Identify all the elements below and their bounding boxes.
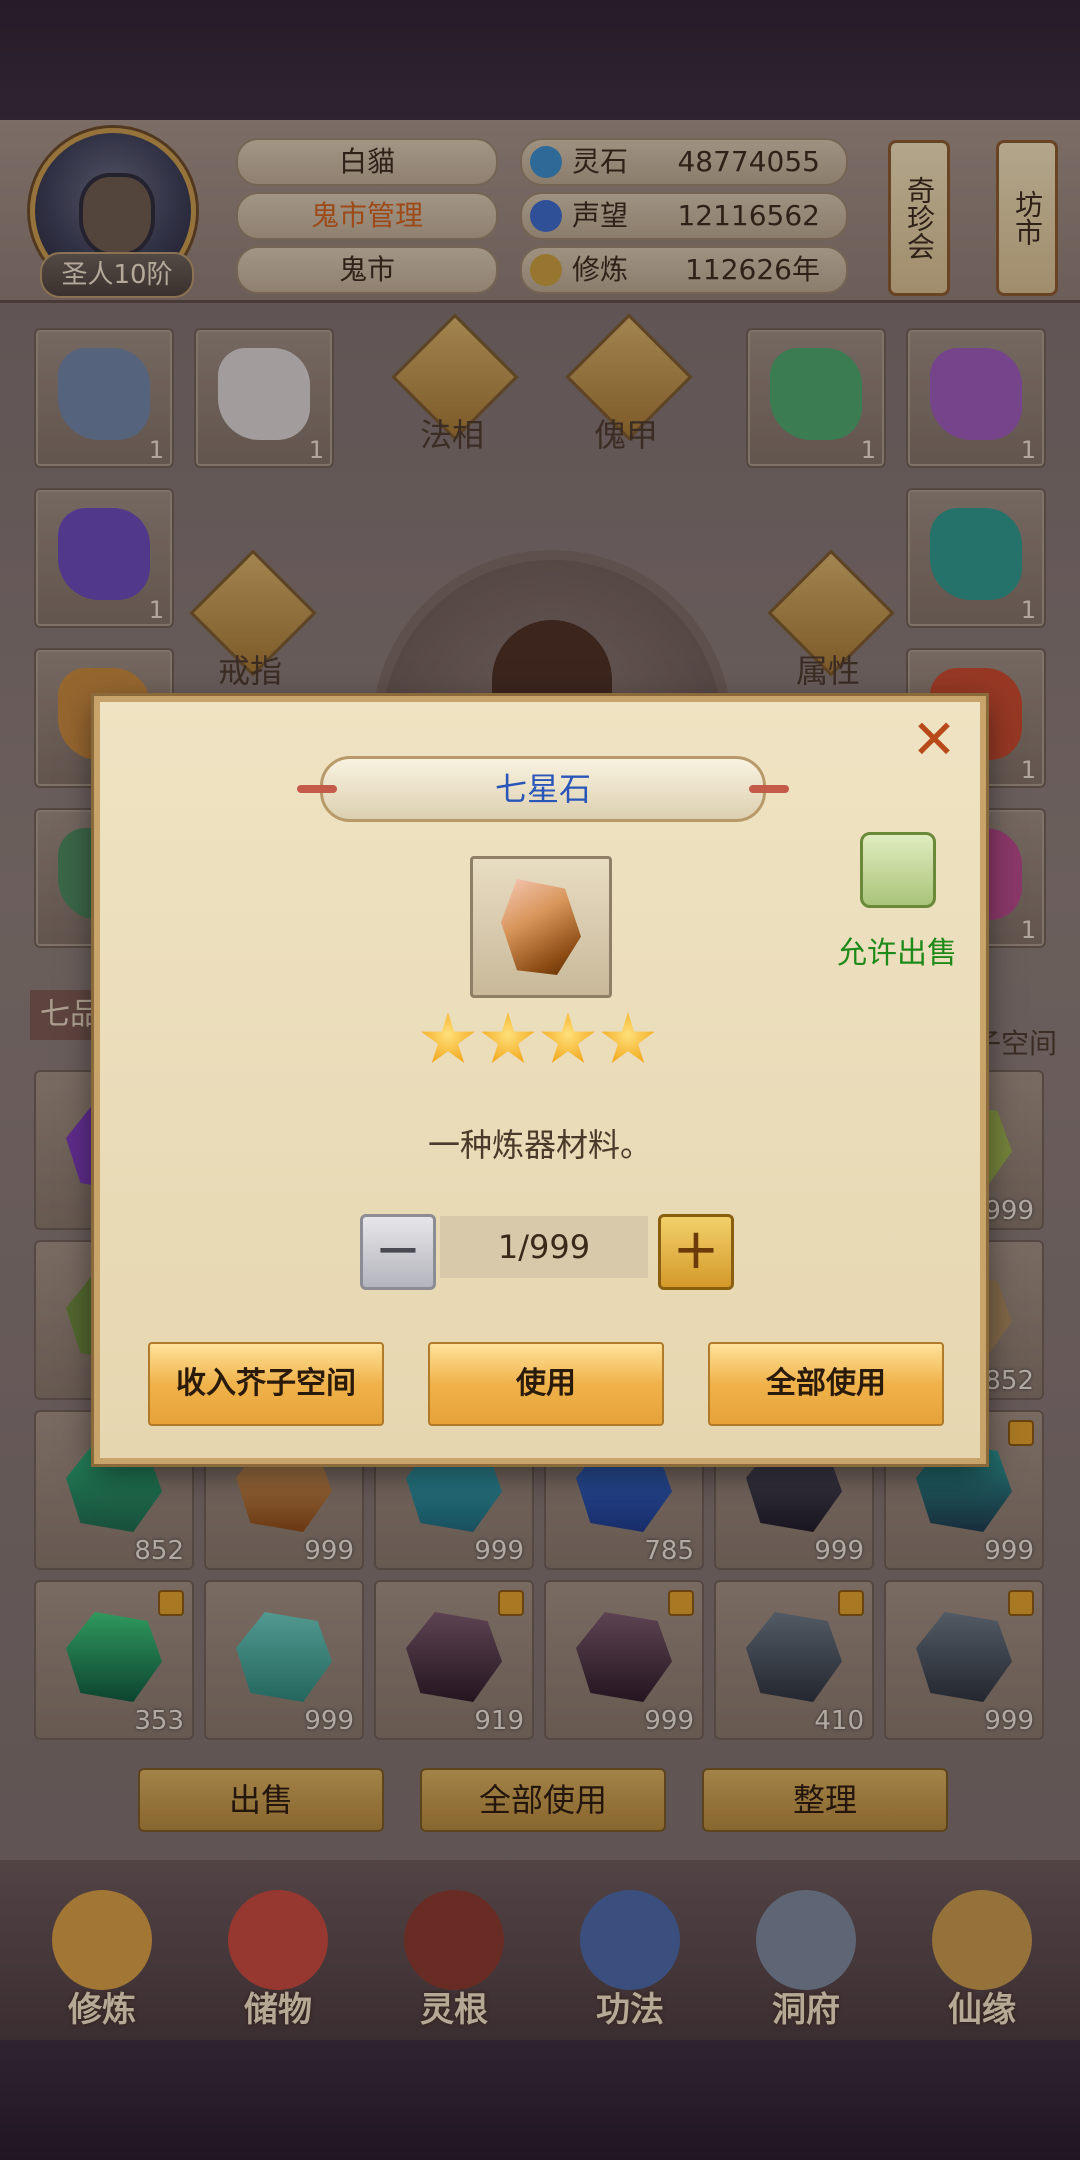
star-icon	[601, 1012, 655, 1063]
decrease-quantity-button[interactable]: −	[360, 1214, 436, 1290]
star-icon	[541, 1012, 595, 1063]
item-image	[470, 856, 612, 998]
use-all-button[interactable]: 全部使用	[708, 1342, 944, 1426]
star-icon	[481, 1012, 535, 1063]
allow-sell-label: 允许出售	[837, 936, 957, 971]
increase-quantity-button[interactable]: +	[658, 1214, 734, 1290]
item-description: 一种炼器材料。	[427, 1126, 652, 1164]
star-icon	[421, 1012, 475, 1063]
item-detail-dialog: ✕ 七星石 允许出售 一种炼器材料。 − 1/999 + 收入芥子空间 使用 全…	[94, 696, 986, 1464]
quantity-display[interactable]: 1/999	[440, 1216, 648, 1278]
star-rating	[420, 1012, 660, 1072]
seven-star-stone-icon	[501, 879, 581, 975]
close-icon[interactable]: ✕	[906, 712, 962, 768]
use-button[interactable]: 使用	[428, 1342, 664, 1426]
store-to-space-button[interactable]: 收入芥子空间	[148, 1342, 384, 1426]
item-title: 七星石	[297, 756, 789, 822]
unlock-icon[interactable]	[860, 832, 936, 908]
